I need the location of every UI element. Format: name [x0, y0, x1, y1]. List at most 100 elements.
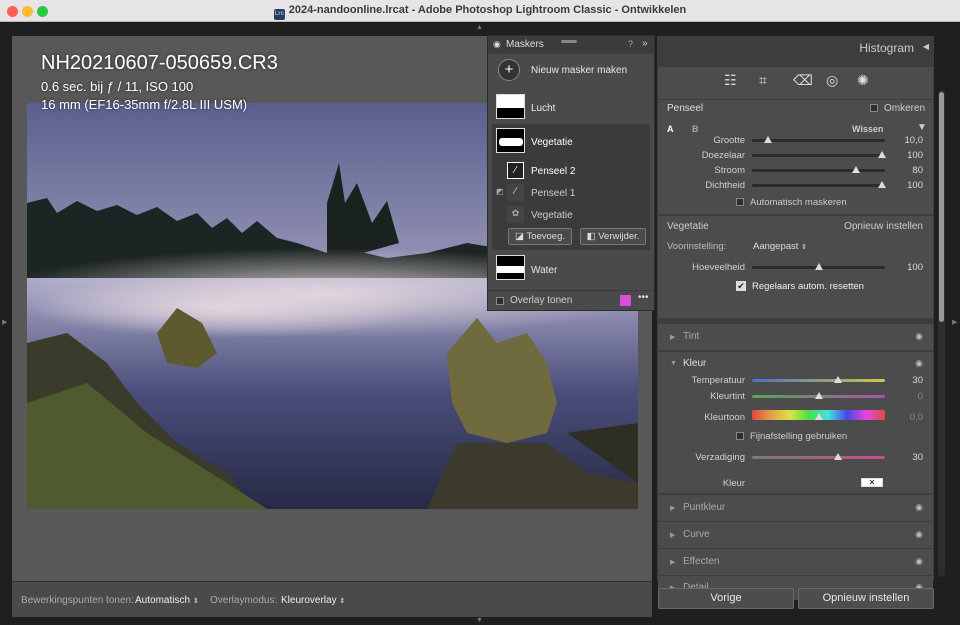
brush-slider-knob[interactable]: [878, 151, 887, 158]
curve-section-header[interactable]: ▶ Curve ◉: [658, 522, 933, 548]
bottom-panel-toggle-icon[interactable]: ▼: [476, 617, 483, 624]
overlay-mode-label: Overlaymodus:: [210, 595, 278, 606]
collapse-triangle-icon[interactable]: ▼: [670, 360, 677, 367]
point-color-section-header[interactable]: ▶ Puntkleur ◉: [658, 495, 933, 521]
expand-triangle-icon: ▶: [670, 532, 676, 539]
eye-icon[interactable]: ◉: [915, 556, 923, 567]
amount-slider-knob[interactable]: [814, 263, 823, 270]
temperature-value[interactable]: 30: [893, 375, 923, 386]
sliders-icon[interactable]: ☷: [724, 72, 737, 89]
eye-icon[interactable]: ◉: [915, 502, 923, 513]
brush-slider-track[interactable]: [752, 184, 885, 187]
brush-b-tab[interactable]: B: [692, 124, 699, 134]
tint-slider-knob[interactable]: [814, 392, 823, 399]
vegetation-reset-button[interactable]: Opnieuw instellen: [844, 221, 923, 232]
overlay-mode-value: Kleuroverlay: [281, 595, 337, 606]
component-vegetation[interactable]: ✿ Vegetatie: [488, 206, 654, 226]
brush-a-tab[interactable]: A: [667, 124, 674, 134]
eye-icon[interactable]: ◉: [915, 529, 923, 540]
right-panel-toggle-icon[interactable]: ▶: [952, 318, 957, 326]
plus-icon: +: [498, 59, 520, 81]
saturation-slider[interactable]: [752, 456, 885, 459]
tint-value[interactable]: 0: [893, 391, 923, 402]
saturation-value[interactable]: 30: [893, 452, 923, 463]
brush-options-triangle-icon[interactable]: ▼: [917, 122, 927, 133]
edit-points-dropdown[interactable]: Automatisch ⇕: [135, 595, 199, 606]
masking-icon[interactable]: ✺: [857, 72, 869, 89]
brush-slider-knob[interactable]: [878, 181, 887, 188]
temperature-label: Temperatuur: [691, 375, 745, 386]
histogram-header[interactable]: Histogram ◀: [657, 36, 934, 58]
previous-button[interactable]: Vorige: [658, 588, 794, 609]
brush-slider-knob[interactable]: [763, 136, 772, 143]
mask-item-sky[interactable]: Lucht: [488, 90, 654, 124]
auto-reset-checkbox[interactable]: ✔: [736, 281, 746, 291]
fine-adjust-checkbox[interactable]: [736, 432, 744, 440]
brush-slider-knob[interactable]: [851, 166, 860, 173]
more-options-icon[interactable]: •••: [638, 292, 649, 303]
overlay-checkbox[interactable]: [496, 297, 504, 305]
app-window: ▶ ▶ ▲ ▼ NH20210607-050659.CR3 0.6 sec. b…: [0, 22, 960, 625]
expand-triangle-icon: ▶: [670, 334, 676, 341]
eye-icon[interactable]: ◉: [915, 358, 923, 369]
brush-slider-track[interactable]: [752, 169, 885, 172]
eye-icon[interactable]: ◉: [493, 39, 501, 50]
amount-value[interactable]: 100: [893, 262, 923, 273]
clear-brush-button[interactable]: Wissen: [852, 124, 883, 134]
histogram-title: Histogram: [859, 41, 914, 55]
brush-slider-value[interactable]: 10,0: [893, 135, 924, 146]
overlay-color-swatch[interactable]: [620, 295, 631, 306]
add-component-button[interactable]: ◪ Toevoeg.: [508, 228, 572, 245]
component-brush-1[interactable]: ◩ ⁄ Penseel 1: [488, 184, 654, 204]
overlay-label: Overlay tonen: [510, 295, 573, 306]
new-mask-button[interactable]: + Nieuw masker maken: [488, 56, 654, 88]
remove-component-button[interactable]: ◧ Verwijder.: [580, 228, 646, 245]
hue-slider-knob[interactable]: [814, 413, 823, 420]
masks-panel: ◉ Maskers ? » + Nieuw masker maken Lucht…: [487, 35, 655, 311]
overlay-mode-dropdown[interactable]: Kleuroverlay ⇕: [281, 595, 345, 606]
auto-mask-checkbox[interactable]: [736, 198, 744, 206]
brush-slider-value[interactable]: 100: [893, 150, 923, 161]
component-brush-2[interactable]: ⁄ Penseel 2: [488, 162, 654, 182]
water-mask-thumbnail: [496, 255, 525, 280]
temperature-slider-knob[interactable]: [834, 376, 843, 383]
vegetation-icon: ✿: [507, 206, 524, 223]
auto-mask-label: Automatisch maskeren: [750, 197, 847, 208]
brush-title: Penseel: [667, 103, 704, 114]
invert-label: Omkeren: [884, 103, 926, 114]
section-title: Effecten: [683, 556, 720, 567]
collapse-panel-icon[interactable]: »: [642, 38, 648, 49]
drag-handle[interactable]: [561, 40, 577, 43]
scrollbar-thumb[interactable]: [939, 92, 944, 322]
tint-section-header[interactable]: ▶ Tint ◉: [658, 324, 933, 350]
preset-dropdown[interactable]: Aangepast ⇕: [753, 241, 807, 252]
saturation-slider-knob[interactable]: [834, 453, 843, 460]
effects-section-header[interactable]: ▶ Effecten ◉: [658, 549, 933, 575]
mask-item-water[interactable]: Water: [488, 252, 654, 286]
brush-slider-value[interactable]: 80: [893, 165, 923, 176]
reset-all-button[interactable]: Opnieuw instellen: [798, 588, 934, 609]
component-label: Vegetatie: [531, 210, 573, 221]
new-mask-label: Nieuw masker maken: [531, 65, 628, 76]
brush-slider-label: Stroom: [714, 165, 745, 176]
right-panel-scrollbar[interactable]: [938, 90, 945, 577]
color-picker-swatch[interactable]: ✕: [861, 478, 883, 487]
right-panel: Histogram ◀ ☷ ⌗ ⌫ ◎ ✺ Penseel Omkeren A …: [657, 36, 934, 600]
section-title: Curve: [683, 529, 710, 540]
invert-checkbox[interactable]: [870, 104, 878, 112]
mask-item-vegetation[interactable]: Vegetatie: [488, 126, 654, 160]
left-panel-toggle-icon[interactable]: ▶: [2, 318, 7, 326]
red-eye-icon[interactable]: ◎: [826, 72, 838, 89]
edit-points-label: Bewerkingspunten tonen:: [21, 595, 134, 606]
top-panel-toggle-icon[interactable]: ▲: [476, 24, 483, 31]
brush-slider-track[interactable]: [752, 154, 885, 157]
eye-icon[interactable]: ◉: [915, 331, 923, 342]
brush-slider-value[interactable]: 100: [893, 180, 923, 191]
collapse-triangle-icon[interactable]: ◀: [923, 42, 929, 51]
help-icon[interactable]: ?: [628, 39, 633, 49]
hue-value[interactable]: 0,0: [893, 412, 923, 423]
brush-slider-label: Dichtheid: [705, 180, 745, 191]
heal-eraser-icon[interactable]: ⌫: [793, 72, 813, 89]
temperature-slider[interactable]: [752, 379, 885, 382]
crop-icon[interactable]: ⌗: [759, 72, 767, 89]
